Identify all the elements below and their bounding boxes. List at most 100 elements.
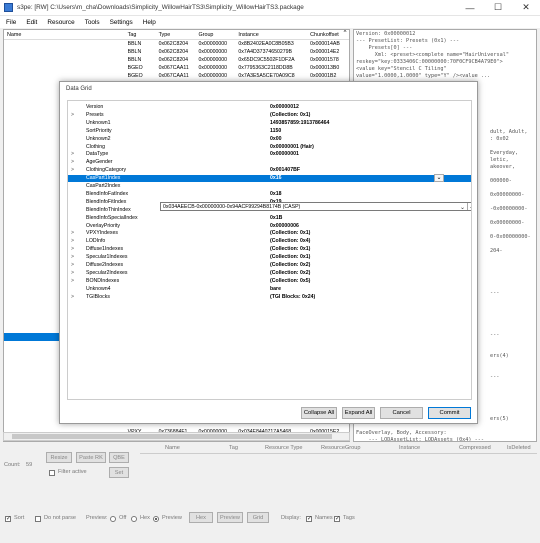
property-row[interactable]: > ClothingCategory 0x001407BF bbox=[68, 167, 471, 174]
expand-icon[interactable]: > bbox=[71, 112, 77, 118]
header-type[interactable]: Type bbox=[156, 32, 196, 38]
preview-radio[interactable] bbox=[153, 516, 159, 522]
table-cell: 0x00000000 bbox=[198, 41, 228, 47]
table-cell: 0x65DC9C5502F1DF2A bbox=[238, 57, 295, 63]
table-row[interactable]: BGEO 0x067CAA11 0x00000000 0x7795363C2118DD… bbox=[4, 64, 349, 72]
property-row[interactable]: > VPXYIndexes (Collection: 0x1) bbox=[68, 230, 471, 237]
property-row[interactable]: Unknown2 0x00 bbox=[68, 136, 471, 143]
property-row[interactable]: Clothing 0x00000001 (Hair) bbox=[68, 144, 471, 151]
title-bar: s3pe: [RW] C:\Users\m_cha\Downloads\Simp… bbox=[0, 0, 540, 16]
preview-text-line: -0x00000000- bbox=[490, 206, 528, 212]
table-row[interactable]: BGEO 0x067CAA11 0x00000000 0x7A3E5A5CE70A09… bbox=[4, 72, 349, 80]
property-row[interactable]: Unknown4 bare bbox=[68, 286, 471, 293]
tags-checkbox[interactable] bbox=[334, 515, 340, 522]
preview-button[interactable]: Preview bbox=[217, 512, 243, 523]
menu-edit[interactable]: Edit bbox=[26, 19, 37, 26]
menu-help[interactable]: Help bbox=[143, 19, 156, 26]
expand-icon[interactable]: > bbox=[71, 246, 77, 252]
chevron-down-icon[interactable]: ⌄ bbox=[460, 204, 465, 211]
data-grid-dialog: Data Grid > TGIBlocks (TGI Blocks: 0x24) Un… bbox=[59, 81, 478, 424]
header-instance[interactable]: Instance bbox=[235, 32, 307, 38]
property-row[interactable]: > Specular2Indexes (Collection: 0x2) bbox=[68, 270, 471, 277]
expand-icon[interactable]: > bbox=[71, 262, 77, 268]
hex-radio[interactable] bbox=[131, 516, 137, 522]
property-name: ClothingCategory bbox=[86, 167, 127, 174]
property-name: Unknown4 bbox=[86, 285, 111, 292]
commit-button[interactable]: Commit bbox=[428, 407, 471, 419]
property-row[interactable]: > TGIBlocks (TGI Blocks: 0x24) bbox=[68, 294, 471, 301]
close-button[interactable]: ✕ bbox=[512, 0, 540, 16]
preview-text-line: letic, bbox=[490, 157, 509, 163]
maximize-button[interactable]: ☐ bbox=[484, 0, 512, 16]
expand-icon[interactable]: > bbox=[71, 151, 77, 157]
property-row[interactable]: > Specular1Indexes (Collection: 0x1) bbox=[68, 254, 471, 261]
expand-icon[interactable]: > bbox=[71, 167, 77, 173]
expand-icon[interactable]: > bbox=[71, 230, 77, 236]
expand-icon[interactable]: > bbox=[71, 254, 77, 260]
property-row[interactable]: BlendInfoSpecialIndex 0x1B bbox=[68, 215, 471, 222]
minimize-button[interactable]: — bbox=[456, 0, 484, 16]
cancel-button[interactable]: Cancel bbox=[380, 407, 423, 419]
property-row[interactable]: BlendInfoFatIndex 0x18 bbox=[68, 191, 471, 198]
property-row[interactable]: Unknown1 1493857859:1913786464 bbox=[68, 120, 471, 127]
resize-button[interactable]: Resize bbox=[46, 452, 72, 463]
property-name: DataType bbox=[86, 151, 109, 158]
scrollbar-thumb[interactable] bbox=[12, 434, 332, 439]
menu-resource[interactable]: Resource bbox=[47, 19, 74, 26]
expand-all-button[interactable]: Expand All bbox=[342, 407, 375, 419]
property-row[interactable]: > Diffuse2Indexes (Collection: 0x2) bbox=[68, 262, 471, 269]
header-group[interactable]: Group bbox=[195, 32, 235, 38]
grid-button[interactable]: Grid bbox=[247, 512, 269, 523]
expand-icon[interactable]: > bbox=[71, 294, 77, 300]
table-row[interactable]: BBLN 0x062C8204 0x00000000 0x65DC9C5502F1DF… bbox=[4, 56, 349, 64]
selected-row[interactable] bbox=[4, 333, 64, 341]
header-tag[interactable]: Tag bbox=[125, 32, 156, 38]
sort-checkbox[interactable] bbox=[5, 515, 11, 522]
horizontal-scrollbar[interactable] bbox=[3, 432, 350, 441]
names-checkbox[interactable] bbox=[306, 515, 312, 522]
property-row[interactable]: > Presets (Collection: 0x1) bbox=[68, 112, 471, 119]
property-row[interactable]: > AgeGender bbox=[68, 159, 471, 166]
expand-icon[interactable]: > bbox=[71, 238, 77, 244]
property-grid[interactable]: > TGIBlocks (TGI Blocks: 0x24) Unknown4 bare… bbox=[67, 100, 472, 400]
header-name[interactable]: Name bbox=[4, 32, 125, 38]
property-row[interactable]: SortPriority 1150 bbox=[68, 128, 471, 135]
preview-text-line: 0x00000000- bbox=[490, 220, 525, 226]
filter-active-checkbox[interactable] bbox=[49, 470, 55, 476]
expand-icon[interactable]: > bbox=[71, 159, 77, 165]
property-row[interactable]: > BONDIndexes (Collection: 0x5) bbox=[68, 278, 471, 285]
off-radio[interactable] bbox=[110, 516, 116, 522]
menu-bar: File Edit Resource Tools Settings Help bbox=[0, 16, 540, 28]
menu-file[interactable]: File bbox=[6, 19, 16, 26]
property-row[interactable]: Version 0x00000012 bbox=[68, 104, 471, 111]
expand-icon[interactable]: > bbox=[71, 278, 77, 284]
property-row[interactable]: CasPart2Index bbox=[68, 183, 471, 190]
qbe-button[interactable]: QBE bbox=[109, 452, 129, 463]
property-row[interactable]: > DataType 0x00000001 bbox=[68, 151, 471, 158]
goto-arrow-icon[interactable]: ↗ bbox=[467, 203, 471, 210]
casp-reference-dropdown[interactable]: 0x034AEECB-0x00000000-0x94ACF99294B8174B… bbox=[160, 202, 471, 211]
expand-icon[interactable]: > bbox=[71, 270, 77, 276]
table-row[interactable]: BBLN 0x062C8204 0x00000000 0x8B2402EA0C8B05… bbox=[4, 40, 349, 48]
property-name: CasPart2Index bbox=[86, 183, 121, 189]
table-cell: 0x00000000 bbox=[198, 49, 228, 55]
table-cell: 0x00001B2 bbox=[310, 73, 337, 79]
scroll-up-icon[interactable]: ^ bbox=[341, 30, 349, 40]
property-row[interactable]: CasPart1Index 0x16 bbox=[68, 175, 471, 183]
property-row[interactable]: OverlayPriority 0x00000006 bbox=[68, 223, 471, 230]
do-not-parse-checkbox[interactable] bbox=[35, 516, 41, 522]
property-value: 0x00000006 bbox=[270, 222, 299, 229]
collapse-all-button[interactable]: Collapse All bbox=[301, 407, 337, 419]
menu-settings[interactable]: Settings bbox=[110, 19, 133, 26]
set-button[interactable]: Set bbox=[109, 467, 129, 478]
property-row[interactable]: > LODInfo (Collection: 0x4) bbox=[68, 238, 471, 245]
table-cell: 0x00000000 bbox=[198, 57, 228, 63]
paste-rk-button[interactable]: Paste RK bbox=[76, 452, 106, 463]
property-row[interactable]: > Diffuse1Indexes (Collection: 0x1) bbox=[68, 246, 471, 253]
dialog-title: Data Grid bbox=[66, 86, 92, 92]
property-name: AgeGender bbox=[86, 159, 113, 166]
hex-button[interactable]: Hex bbox=[189, 512, 213, 523]
menu-tools[interactable]: Tools bbox=[85, 19, 100, 26]
combo-expand-icon[interactable]: ⌄ bbox=[434, 174, 444, 182]
table-row[interactable]: BBLN 0x062C8204 0x00000000 0x7A4D3737465027… bbox=[4, 48, 349, 56]
